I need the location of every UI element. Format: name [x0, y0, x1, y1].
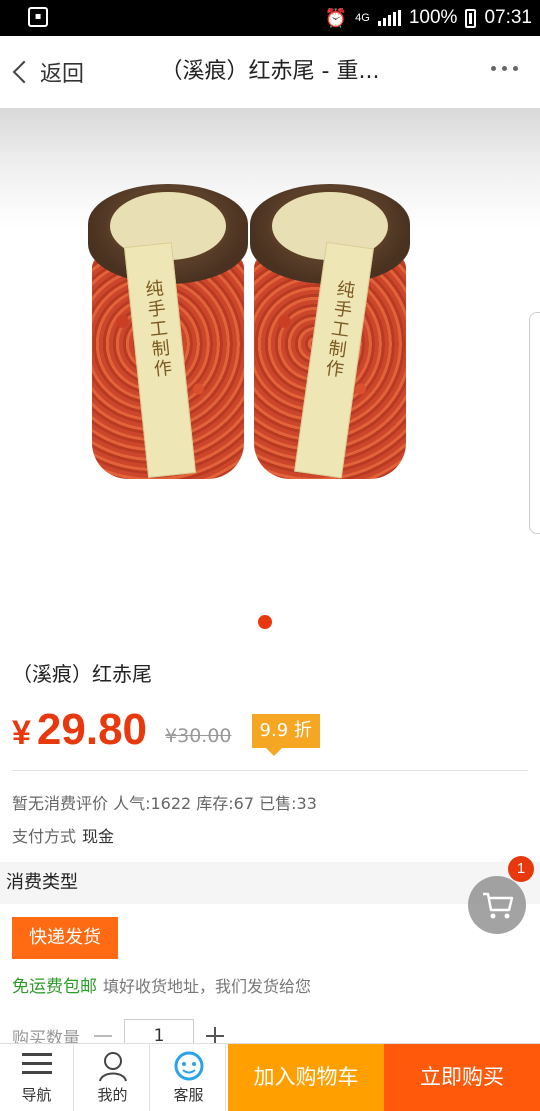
- divider: [12, 770, 528, 771]
- network-type: 4G: [355, 12, 370, 24]
- title-bar: 返回 （溪痕）红赤尾 - 重...: [0, 36, 540, 108]
- discount-badge: 9.9 折: [251, 714, 320, 756]
- product-name: （溪痕）红赤尾: [12, 662, 152, 686]
- user-icon: [98, 1052, 127, 1082]
- price-row: ¥29.80 ¥30.00 9.9 折: [12, 700, 320, 760]
- express-delivery-option[interactable]: 快递发货: [12, 917, 118, 959]
- tab-customer-service[interactable]: 客服: [152, 1044, 226, 1111]
- more-dot: [502, 66, 507, 71]
- buy-now-button[interactable]: 立即购买: [384, 1044, 540, 1111]
- page-title: （溪痕）红赤尾 - 重...: [160, 59, 380, 84]
- carousel-dot-active[interactable]: [258, 615, 272, 629]
- jar-label-text: 纯手工制作: [321, 278, 357, 381]
- tab-me-label: 我的: [97, 1086, 128, 1104]
- floating-cart-button[interactable]: [468, 876, 526, 934]
- product-stats: 暂无消费评价 人气:1622 库存:67 已售:33: [12, 794, 317, 813]
- payment-method: 支付方式 现金: [12, 823, 114, 847]
- back-label: 返回: [40, 62, 85, 87]
- clock: 07:31: [484, 7, 532, 28]
- battery-percent: 100%: [408, 7, 458, 28]
- cart-count-badge: 1: [508, 856, 534, 882]
- tab-navigation[interactable]: 导航: [0, 1044, 74, 1111]
- payment-value: 现金: [82, 827, 115, 846]
- bottom-action-bar: 导航 我的 客服 加入购物车 立即购买: [0, 1043, 540, 1111]
- status-icons: ⏰ 4G 100% 07:31: [325, 0, 532, 36]
- current-price: ¥29.80: [12, 705, 147, 755]
- battery-icon: [465, 8, 477, 28]
- tab-me[interactable]: 我的: [76, 1044, 150, 1111]
- status-bar: ▪ ⏰ 4G 100% 07:31: [0, 0, 540, 36]
- back-button[interactable]: 返回: [8, 50, 84, 94]
- price-value: 29.80: [36, 705, 148, 754]
- add-to-cart-button[interactable]: 加入购物车: [228, 1044, 384, 1111]
- tab-navigation-label: 导航: [21, 1086, 52, 1104]
- product-jar-image: 纯手工制作: [250, 184, 410, 484]
- menu-icon: [21, 1053, 52, 1074]
- original-price: ¥30.00: [165, 725, 232, 747]
- alarm-icon: ⏰: [324, 7, 348, 28]
- product-jar-image: 纯手工制作: [88, 184, 248, 484]
- signal-icon: [377, 10, 401, 26]
- side-drawer-handle[interactable]: [529, 312, 540, 534]
- jar-label-text: 纯手工制作: [141, 278, 173, 380]
- more-dot: [513, 66, 518, 71]
- chevron-left-icon: [12, 60, 36, 84]
- more-menu-button[interactable]: [491, 66, 518, 71]
- product-image-gallery[interactable]: 纯手工制作 纯手工制作: [0, 108, 540, 598]
- currency-symbol: ¥: [12, 714, 31, 752]
- free-shipping-text: 填好收货地址，我们发货给您: [103, 977, 312, 996]
- tab-service-label: 客服: [173, 1086, 204, 1104]
- chat-face-icon: [174, 1051, 203, 1081]
- more-dots-icon: [491, 66, 496, 71]
- sim-icon: ▪: [28, 7, 48, 27]
- cart-icon: [483, 892, 514, 919]
- free-shipping-note: 免运费包邮 填好收货地址，我们发货给您: [12, 972, 311, 997]
- consumption-type-header: 消费类型: [0, 862, 540, 904]
- payment-label: 支付方式: [12, 827, 77, 846]
- free-shipping-label: 免运费包邮: [12, 977, 97, 997]
- quantity-minus-button[interactable]: [94, 1035, 112, 1037]
